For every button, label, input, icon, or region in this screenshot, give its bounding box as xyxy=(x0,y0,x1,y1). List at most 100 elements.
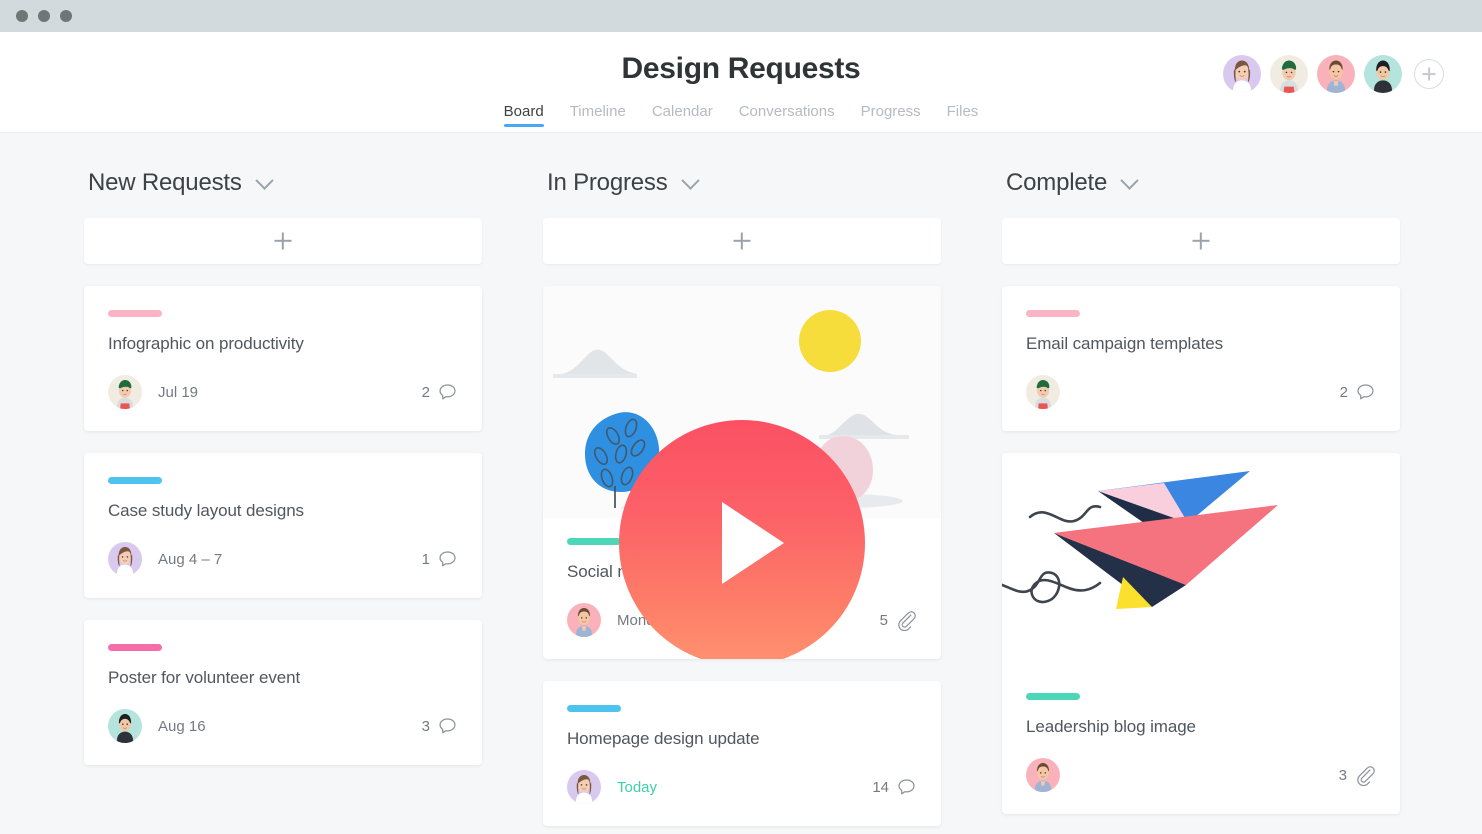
plus-icon xyxy=(1193,233,1210,250)
card-body: Leadership blog image 3 xyxy=(1002,673,1400,792)
plus-icon xyxy=(734,233,751,250)
column-header: In Progress xyxy=(543,169,941,197)
task-card[interactable]: Poster for volunteer event Aug 16 3 xyxy=(84,620,482,765)
board-column-in-progress: In Progress Social media assetsMonday5 Hom… xyxy=(543,169,941,834)
avatar xyxy=(567,770,601,804)
avatar-member-1[interactable] xyxy=(1223,55,1261,93)
app-header: Design Requests Board Timeline Calendar Con… xyxy=(0,32,1482,133)
card-due-date: Jul 19 xyxy=(158,383,199,401)
card-meta[interactable]: 1 xyxy=(422,549,458,570)
tab-conversations[interactable]: Conversations xyxy=(739,103,835,127)
card-title: Poster for volunteer event xyxy=(108,668,301,687)
chevron-down-icon[interactable] xyxy=(1120,170,1139,190)
card-footer: 2 xyxy=(1026,375,1376,409)
sun-shape xyxy=(799,310,861,372)
card-tag xyxy=(567,538,621,545)
card-title: Case study layout designs xyxy=(108,501,304,520)
tab-progress[interactable]: Progress xyxy=(861,103,921,127)
card-footer: 3 xyxy=(1026,758,1376,792)
kanban-board: New Requests Infographic on productivity J… xyxy=(0,133,1482,834)
add-card-button[interactable] xyxy=(1002,218,1400,264)
tab-files[interactable]: Files xyxy=(947,103,979,127)
card-title: Homepage design update xyxy=(567,729,760,748)
card-title: Infographic on productivity xyxy=(108,334,304,353)
task-card[interactable]: Homepage design update Today 14 xyxy=(543,681,941,826)
card-due-date: Today xyxy=(617,778,658,796)
card-title: Email campaign templates xyxy=(1026,334,1223,353)
board-column-complete: Complete Email campaign templates 2 Leaders… xyxy=(1002,169,1400,834)
task-card[interactable]: Case study layout designs Aug 4 – 7 1 xyxy=(84,453,482,598)
attachment-icon xyxy=(1357,766,1375,786)
card-meta-count: 1 xyxy=(421,550,430,568)
card-meta[interactable]: 14 xyxy=(872,777,917,798)
card-meta-count: 3 xyxy=(421,717,430,735)
card-tag xyxy=(108,477,162,484)
add-card-button[interactable] xyxy=(543,218,941,264)
avatar xyxy=(1026,758,1060,792)
avatar-member-4[interactable] xyxy=(1364,55,1402,93)
avatar xyxy=(108,375,142,409)
task-card[interactable]: Email campaign templates 2 xyxy=(1002,286,1400,431)
card-meta-count: 3 xyxy=(1338,766,1347,784)
card-tag xyxy=(1026,310,1080,317)
tab-calendar[interactable]: Calendar xyxy=(652,103,713,127)
card-meta-count: 2 xyxy=(421,383,430,401)
attachment-icon xyxy=(898,611,916,631)
card-footer: Aug 4 – 7 1 xyxy=(108,542,458,576)
card-meta-count: 2 xyxy=(1339,383,1348,401)
card-meta[interactable]: 3 xyxy=(422,716,458,737)
task-card[interactable]: Social media assetsMonday5 xyxy=(543,286,941,659)
card-due-date: Aug 16 xyxy=(158,717,206,735)
window-close-button[interactable] xyxy=(16,10,28,22)
task-card[interactable]: Infographic on productivity Jul 19 2 xyxy=(84,286,482,431)
column-header: Complete xyxy=(1002,169,1400,197)
card-due-date: Aug 4 – 7 xyxy=(158,550,223,568)
add-member-button[interactable] xyxy=(1414,59,1444,89)
play-icon xyxy=(722,502,784,584)
window-maximize-button[interactable] xyxy=(60,10,72,22)
paper-airplanes-illustration xyxy=(1002,471,1278,609)
card-tag xyxy=(108,644,162,651)
column-title: New Requests xyxy=(88,169,242,196)
task-card[interactable]: Leadership blog image 3 xyxy=(1002,453,1400,814)
window-titlebar xyxy=(0,0,1482,32)
nav-tabs: Board Timeline Calendar Conversations Progre… xyxy=(0,103,1482,127)
add-card-button[interactable] xyxy=(84,218,482,264)
card-meta[interactable]: 3 xyxy=(1339,764,1376,786)
card-meta[interactable]: 2 xyxy=(1340,382,1376,403)
card-meta[interactable]: 2 xyxy=(422,382,458,403)
chevron-down-icon[interactable] xyxy=(254,170,274,190)
card-tag xyxy=(108,310,162,317)
column-title: Complete xyxy=(1006,169,1108,196)
card-tag xyxy=(567,705,621,712)
card-meta[interactable]: 5 xyxy=(880,609,917,631)
comment-icon xyxy=(439,383,456,399)
card-footer: Jul 19 2 xyxy=(108,375,458,409)
card-illustration xyxy=(1002,453,1400,673)
column-title: In Progress xyxy=(547,169,668,196)
member-avatar-group xyxy=(1223,55,1444,93)
comment-icon xyxy=(1357,383,1374,399)
avatar-member-3[interactable] xyxy=(1317,55,1355,93)
avatar xyxy=(108,709,142,743)
card-meta-count: 5 xyxy=(879,611,888,629)
comment-icon xyxy=(439,550,456,566)
play-button[interactable] xyxy=(619,420,865,659)
tab-board[interactable]: Board xyxy=(503,103,544,127)
card-tag xyxy=(1026,693,1080,700)
column-header: New Requests xyxy=(84,169,482,197)
card-footer: Today 14 xyxy=(567,770,917,804)
avatar xyxy=(108,542,142,576)
comment-icon xyxy=(898,778,915,794)
card-meta-count: 14 xyxy=(872,778,889,796)
window-minimize-button[interactable] xyxy=(38,10,50,22)
card-title: Leadership blog image xyxy=(1026,717,1196,736)
avatar xyxy=(567,603,601,637)
card-footer: Aug 16 3 xyxy=(108,709,458,743)
board-column-new-requests: New Requests Infographic on productivity J… xyxy=(84,169,482,834)
avatar-member-2[interactable] xyxy=(1270,55,1308,93)
tab-timeline[interactable]: Timeline xyxy=(570,103,626,127)
chevron-down-icon[interactable] xyxy=(680,170,700,190)
avatar xyxy=(1026,375,1060,409)
pink-plane xyxy=(1054,505,1278,609)
